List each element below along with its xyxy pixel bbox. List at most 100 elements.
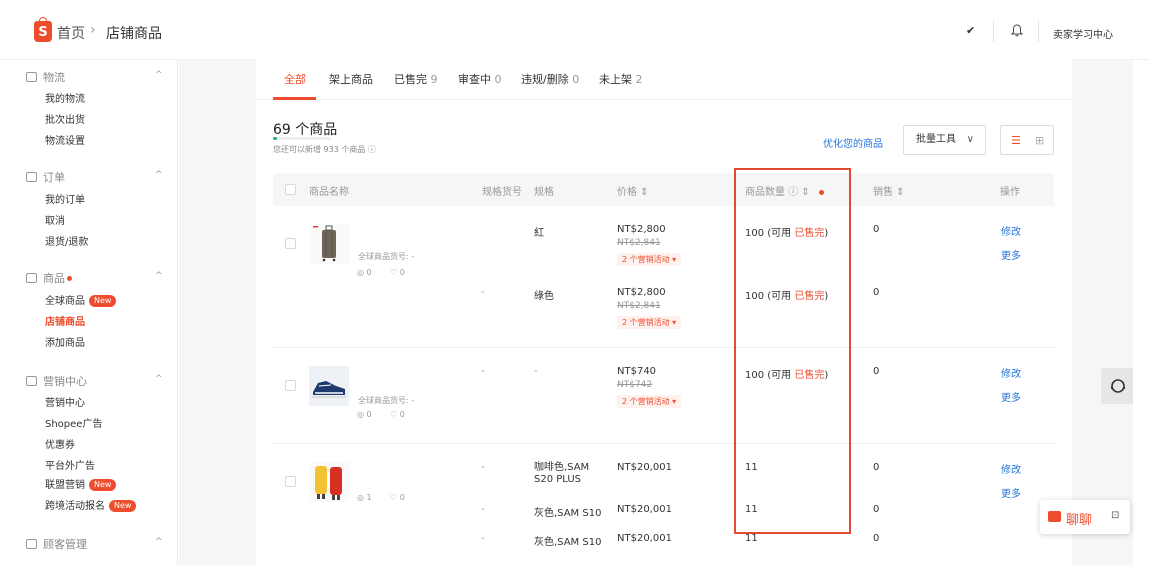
sidebar-item-logistics-settings[interactable]: 物流设置 [45,132,85,147]
global-sku-label: 全球商品货号: - [358,396,415,405]
sidebar-item-batch-ship[interactable]: 批次出货 [45,111,85,126]
row-divider [273,443,1054,444]
sidebar-item-affiliate[interactable]: 联盟营销 New [45,476,117,491]
bulk-tools-label: 批量工具 [916,134,956,145]
sidebar-item-offsite-ads[interactable]: 平台外广告 [45,457,95,472]
more-link[interactable]: 更多 [1001,247,1021,262]
row-checkbox[interactable] [285,380,296,391]
sidebar-section-label: 顾客管理 [43,538,87,551]
col-header-sales[interactable]: 销售 ⇕ [873,183,905,198]
likes-value: 0 [399,268,405,277]
sidebar-section-customers[interactable]: 顾客管理 [26,536,87,552]
original-price: NT$742 [617,380,653,390]
tab-label: 已售完 [394,73,427,86]
select-all-checkbox[interactable] [285,184,296,195]
collapse-caret-icon[interactable]: ^ [155,374,163,384]
variation-cell: 灰色,SAM S10 [534,508,602,519]
product-count-title: 69 个商品 [273,122,338,138]
sku-cell: - [481,462,485,473]
account-dropdown-icon[interactable]: ✔ [966,24,975,37]
original-price: NT$2,841 [617,238,661,248]
more-link[interactable]: 更多 [1001,485,1021,500]
row-checkbox[interactable] [285,476,296,487]
breadcrumb-home[interactable]: 首页 [57,23,85,43]
sidebar-item-add-product[interactable]: 添加商品 [45,334,85,349]
global-sku-label: 全球商品货号: - [358,252,415,261]
sidebar-item-crossborder-campaign[interactable]: 跨境活动报名 New [45,497,137,512]
row-checkbox[interactable] [285,238,296,249]
collapse-caret-icon[interactable]: ^ [155,537,163,547]
collapse-caret-icon[interactable]: ^ [155,271,163,281]
bell-icon[interactable] [1011,24,1023,37]
price-cell: NT$20,001 [617,462,672,473]
sidebar-section-orders[interactable]: 订单 [26,169,65,185]
status-tabs: 全部 架上商品 已售完 9 审查中 0 违规/删除 0 未上架 2 [256,57,1072,100]
edit-link[interactable]: 修改 [1001,461,1021,476]
product-quota-note: 您还可以新增 933 个商品 ⓘ [273,145,376,154]
likes-count: ♡ 0 [390,493,405,502]
sales-cell: 0 [873,462,880,473]
sidebar-item-marketing-center[interactable]: 营销中心 [45,394,85,409]
variation-cell: 紅 [534,228,544,239]
views-count: ◎ 1 [357,493,372,502]
collapse-caret-icon[interactable]: ^ [155,170,163,180]
sidebar-section-logistics[interactable]: 物流 [26,69,65,85]
tab-reviewing[interactable]: 审查中 0 [458,71,502,87]
chat-label: 聊聊 [1066,513,1093,528]
learn-center-link[interactable]: 卖家学习中心 [1053,26,1113,41]
breadcrumb-separator-icon: › [90,22,96,38]
views-value: 1 [366,493,372,502]
col-header-price[interactable]: 价格 ⇕ [617,183,649,198]
sidebar-item-my-logistics[interactable]: 我的物流 [45,90,85,105]
list-view-icon[interactable]: ☰ [1011,134,1021,147]
tab-unlisted[interactable]: 未上架 2 [599,71,643,87]
views-count: ◎ 0 [357,268,372,277]
sidebar: 物流 ^ 我的物流 批次出货 物流设置 订单 ^ 我的订单 取消 退货/退款 商… [0,60,178,565]
customer-support-button[interactable] [1101,368,1133,404]
promotion-badge[interactable]: 2 个营销活动 ▾ [617,316,682,329]
promotion-badge[interactable]: 2 个营销活动 ▾ [617,253,682,266]
tab-all[interactable]: 全部 [284,71,306,87]
sales-cell: 0 [873,533,880,544]
sidebar-section-marketing[interactable]: 营销中心 [26,373,87,389]
collapse-caret-icon[interactable]: ^ [155,70,163,80]
sales-cell: 0 [873,504,880,515]
active-tab-indicator [273,97,316,100]
sidebar-item-shopee-ads[interactable]: Shopee广告 [45,415,102,430]
promotion-badge[interactable]: 2 个营销活动 ▾ [617,395,682,408]
chevron-down-icon: ∨ [966,134,974,145]
chat-bubble-icon [1048,511,1061,522]
sales-cell: 0 [873,366,880,377]
tab-violation[interactable]: 违规/删除 0 [521,71,579,87]
edit-link[interactable]: 修改 [1001,223,1021,238]
sidebar-item-cancel[interactable]: 取消 [45,212,65,227]
sidebar-section-label: 营销中心 [43,375,87,388]
tab-soldout[interactable]: 已售完 9 [394,71,438,87]
price-cell: NT$2,800 [617,224,666,235]
edit-link[interactable]: 修改 [1001,365,1021,380]
product-thumbnail[interactable] [309,224,349,264]
breadcrumb-current: 店铺商品 [106,26,162,42]
tab-count: 0 [572,73,580,86]
sidebar-item-my-orders[interactable]: 我的订单 [45,191,85,206]
sidebar-item-returns[interactable]: 退货/退款 [45,233,88,248]
sidebar-item-vouchers[interactable]: 优惠券 [45,436,75,451]
more-link[interactable]: 更多 [1001,389,1021,404]
bulk-tools-dropdown[interactable]: 批量工具 ∨ [903,125,986,155]
chat-button[interactable]: 聊聊 ⊡ [1040,500,1130,534]
minimize-chat-icon[interactable]: ⊡ [1111,510,1119,521]
header-divider [993,20,994,42]
optimize-products-link[interactable]: 优化您的商品 [823,135,883,150]
grid-view-icon[interactable]: ⊞ [1035,134,1044,147]
tab-live[interactable]: 架上商品 [329,71,373,87]
truck-icon [26,72,37,82]
product-thumbnail[interactable] [309,366,349,406]
shopee-logo-icon[interactable]: S [34,17,52,42]
product-thumbnail[interactable] [309,462,349,502]
likes-count: ♡ 0 [390,410,405,419]
headset-icon [1111,379,1125,393]
sidebar-item-shop-products[interactable]: 店铺商品 [45,313,85,328]
sidebar-item-global-products[interactable]: 全球商品 New [45,292,117,307]
sidebar-section-products[interactable]: 商品 [26,270,72,286]
tab-label: 未上架 [599,73,632,86]
